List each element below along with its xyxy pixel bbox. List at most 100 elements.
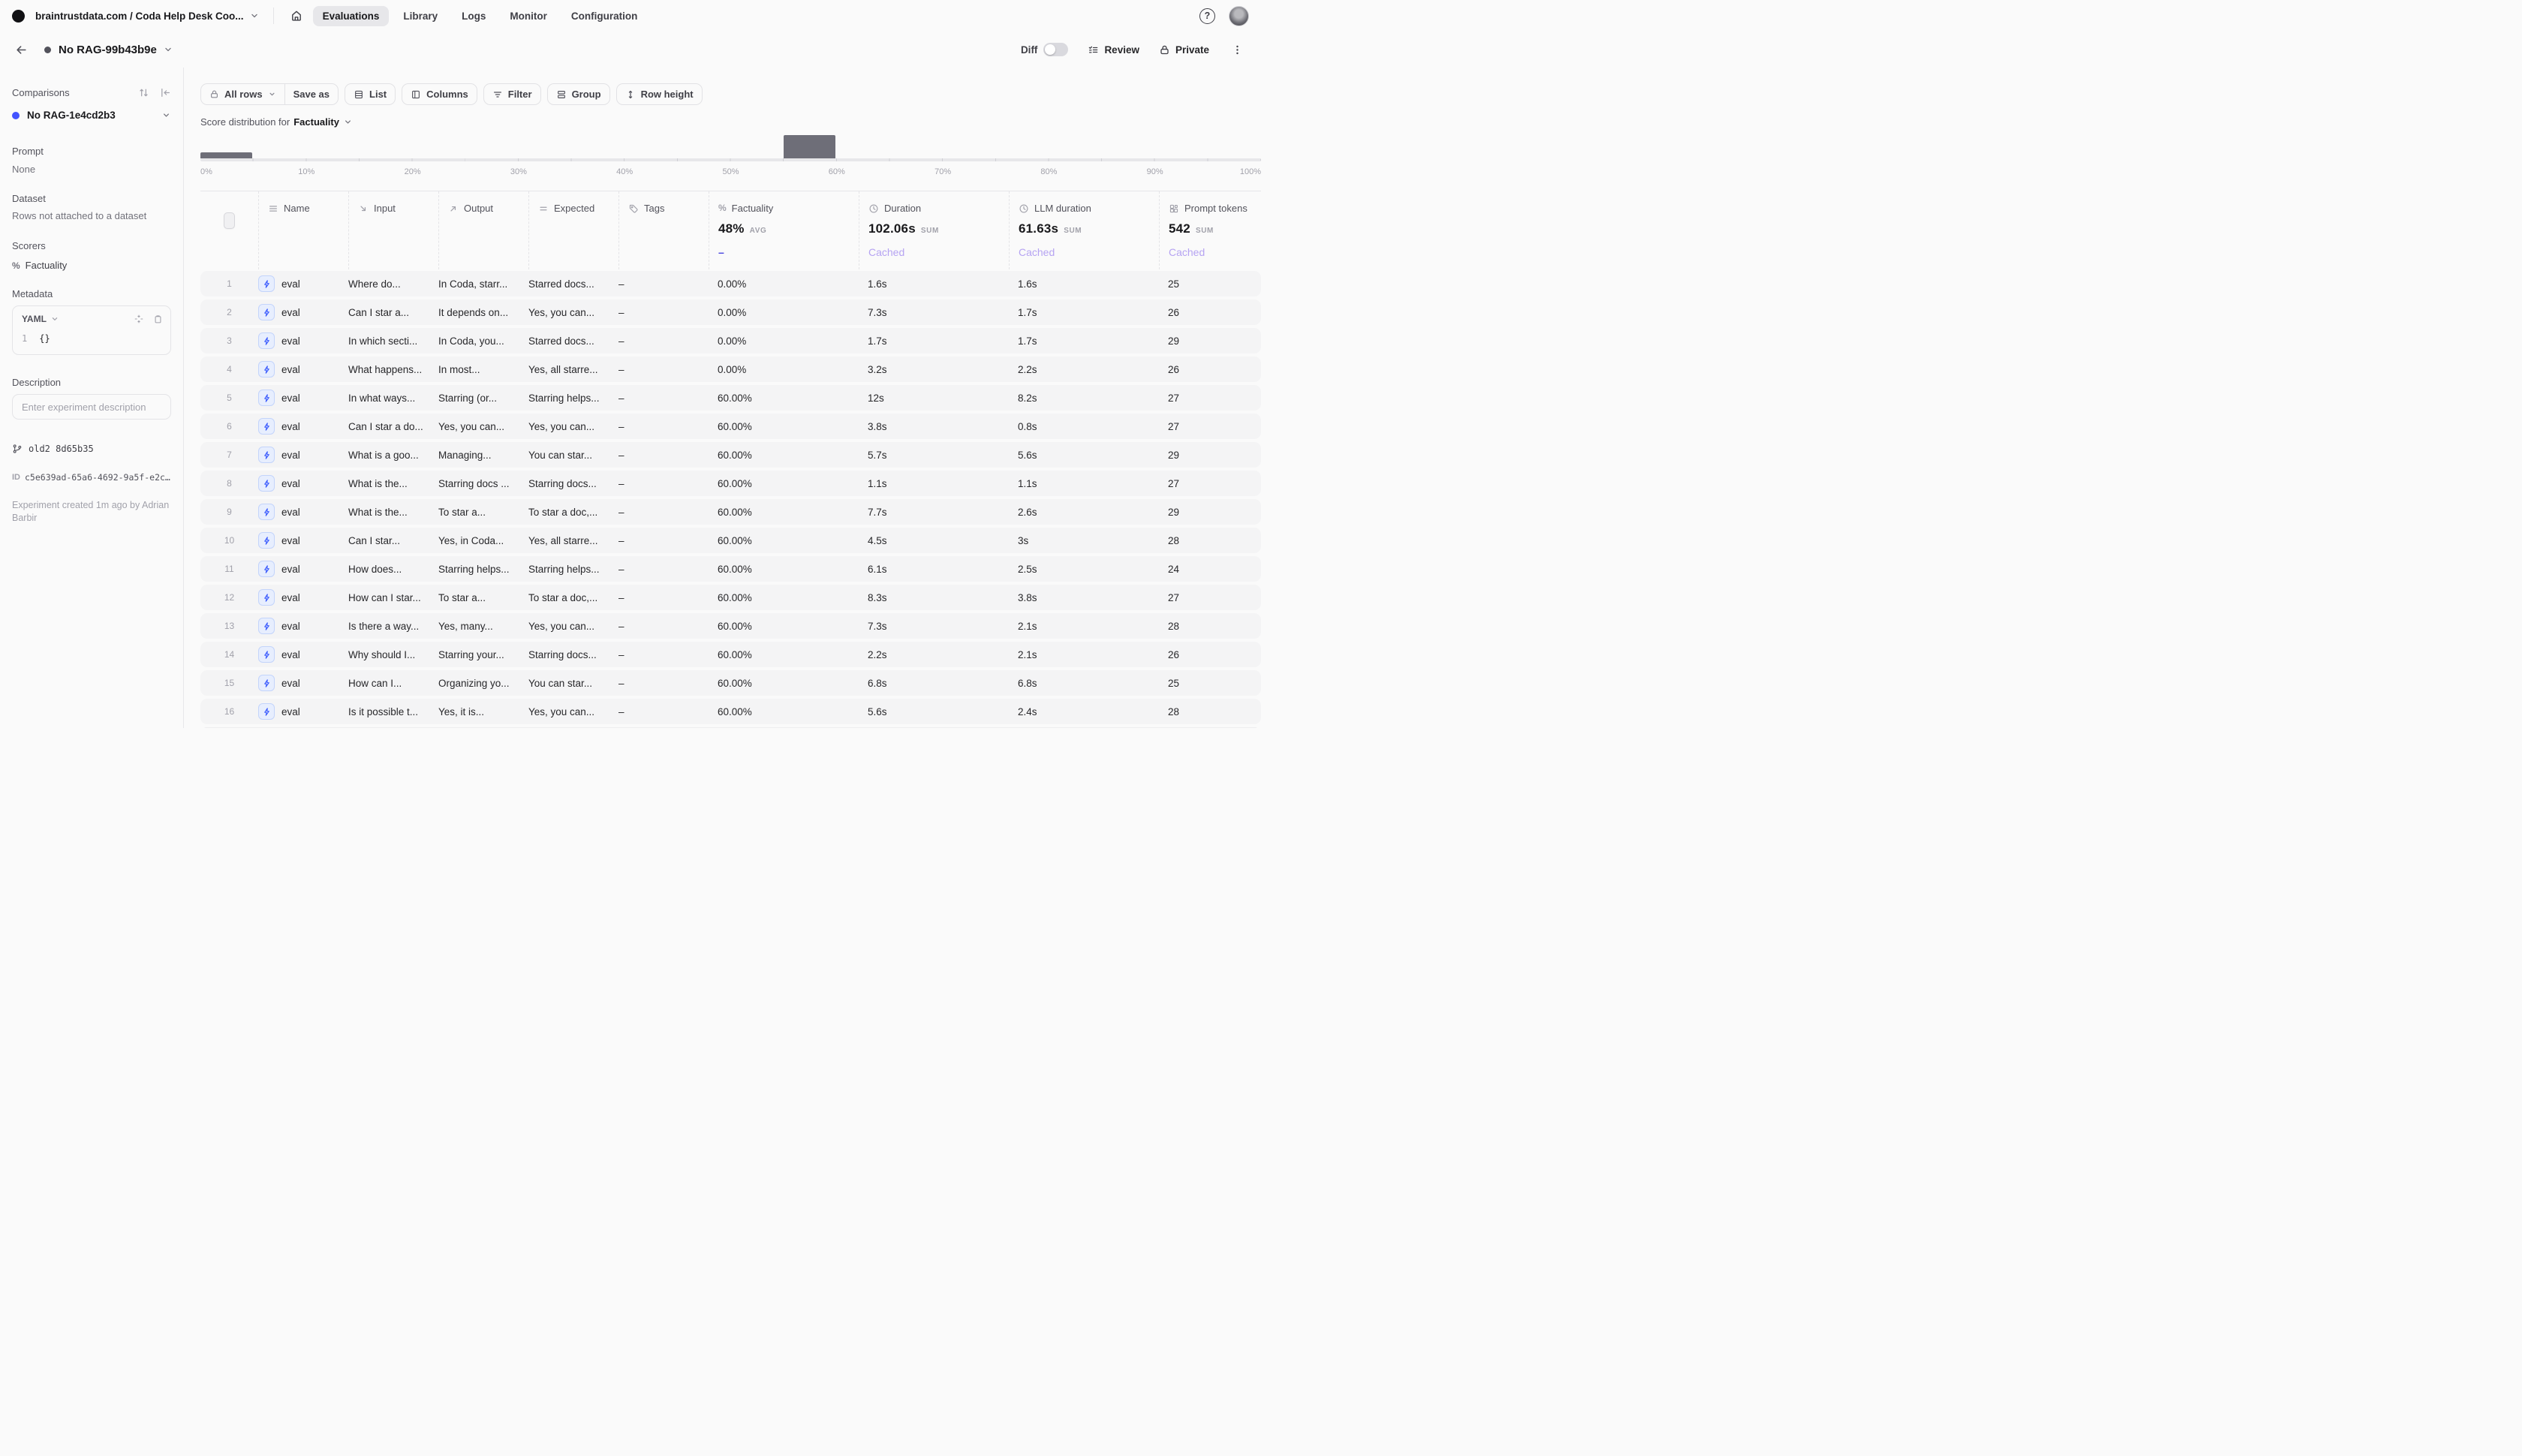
- table-row[interactable]: 10evalCan I star...Yes, in Coda...Yes, a…: [200, 528, 1261, 553]
- table-row[interactable]: 14evalWhy should I...Starring your...Sta…: [200, 642, 1261, 667]
- comparison-item[interactable]: No RAG-1e4cd2b3: [12, 110, 171, 121]
- clipboard-icon[interactable]: [153, 314, 163, 324]
- chevron-down-icon[interactable]: [50, 314, 59, 323]
- column-header-duration[interactable]: Duration 102.06s SUM Cached: [859, 191, 1009, 269]
- histogram-bar[interactable]: [784, 135, 835, 158]
- table-row[interactable]: 12evalHow can I star...To star a...To st…: [200, 585, 1261, 610]
- table-row[interactable]: 6evalCan I star a do...Yes, you can...Ye…: [200, 414, 1261, 439]
- scorer-item[interactable]: % Factuality: [12, 260, 171, 271]
- back-arrow-icon[interactable]: [11, 39, 32, 61]
- column-header-llm-duration[interactable]: LLM duration 61.63s SUM Cached: [1009, 191, 1159, 269]
- table-row[interactable]: 11evalHow does...Starring helps...Starri…: [200, 556, 1261, 582]
- table-row[interactable]: 1evalWhere do...In Coda, starr...Starred…: [200, 271, 1261, 296]
- table-row[interactable]: 5evalIn what ways...Starring (or...Starr…: [200, 385, 1261, 411]
- cell-prompt-tokens: 28: [1159, 621, 1261, 632]
- cell-prompt-tokens: 25: [1159, 278, 1261, 290]
- experiment-header: No RAG-99b43b9e Diff Review Private: [0, 32, 1261, 68]
- cell-llm-duration: 0.8s: [1009, 421, 1159, 432]
- span-name: eval: [281, 450, 300, 461]
- cell-llm-duration: 1.7s: [1009, 335, 1159, 347]
- columns-button[interactable]: Columns: [402, 83, 477, 105]
- project-breadcrumb[interactable]: braintrustdata.com / Coda Help Desk Coo.…: [35, 11, 244, 22]
- table-row[interactable]: 15evalHow can I...Organizing yo...You ca…: [200, 670, 1261, 696]
- span-name: eval: [281, 621, 300, 632]
- column-header-expected[interactable]: Expected: [528, 191, 618, 269]
- diff-toggle[interactable]: [1043, 43, 1068, 56]
- score-distribution-select[interactable]: Score distribution for Factuality: [200, 116, 1261, 128]
- table-row[interactable]: 9evalWhat is the...To star a...To star a…: [200, 499, 1261, 525]
- histogram-tick-labels: 0%10%20%30%40%50%60%70%80%90%100%: [200, 167, 1261, 179]
- row-height-icon: [625, 89, 636, 100]
- table-row[interactable]: 16evalIs it possible t...Yes, it is...Ye…: [200, 699, 1261, 724]
- tab-evaluations[interactable]: Evaluations: [313, 6, 390, 26]
- home-icon[interactable]: [286, 5, 307, 26]
- comparison-name: No RAG-1e4cd2b3: [27, 110, 116, 121]
- table-row[interactable]: 7evalWhat is a goo...Managing...You can …: [200, 442, 1261, 468]
- tab-configuration[interactable]: Configuration: [561, 6, 647, 26]
- score-histogram[interactable]: [200, 135, 1261, 158]
- bolt-icon: [258, 361, 275, 378]
- factuality-agg: AVG: [750, 227, 767, 235]
- experiment-name[interactable]: No RAG-99b43b9e: [59, 44, 157, 56]
- table-row[interactable]: 13evalIs there a way...Yes, many...Yes, …: [200, 613, 1261, 639]
- cell-tags: –: [618, 478, 709, 489]
- git-branch-icon: [12, 444, 23, 454]
- experiment-id-row[interactable]: ID c5e639ad-65a6-4692-9a5f-e2c…: [12, 472, 171, 483]
- description-input[interactable]: [12, 394, 171, 420]
- table-row[interactable]: 2evalCan I star a...It depends on...Yes,…: [200, 299, 1261, 325]
- chevron-down-icon[interactable]: [163, 44, 173, 55]
- sort-icon[interactable]: [138, 87, 149, 98]
- cell-output: Starring docs ...: [438, 478, 528, 489]
- cell-duration: 1.1s: [859, 478, 1009, 489]
- cell-expected: Yes, you can...: [528, 706, 618, 717]
- cell-output: Yes, it is...: [438, 706, 528, 717]
- privacy-button[interactable]: Private: [1159, 44, 1209, 56]
- bolt-icon: [258, 304, 275, 320]
- git-ref[interactable]: old2 8d65b35: [12, 444, 171, 454]
- collapse-panel-icon[interactable]: [160, 87, 171, 98]
- table-row[interactable]: 3evalIn which secti...In Coda, you...Sta…: [200, 328, 1261, 353]
- row-height-button[interactable]: Row height: [616, 83, 703, 105]
- column-header-factuality[interactable]: % Factuality 48% AVG –: [709, 191, 859, 269]
- column-header-name[interactable]: Name: [258, 191, 348, 269]
- review-checklist-icon: [1088, 44, 1099, 56]
- kebab-icon[interactable]: [1229, 41, 1246, 59]
- fold-icon[interactable]: [134, 314, 144, 324]
- column-header-prompt-tokens[interactable]: Prompt tokens 542 SUM Cached: [1159, 191, 1261, 269]
- description-title: Description: [12, 377, 171, 388]
- metadata-code[interactable]: {}: [39, 333, 50, 344]
- factuality-diff: –: [718, 246, 859, 269]
- table-toolbar: All rows Save as List Colu: [200, 83, 1261, 105]
- chevron-down-icon[interactable]: [161, 110, 171, 120]
- histogram-bar[interactable]: [200, 152, 252, 158]
- cell-input: What happens...: [348, 364, 438, 375]
- column-header-input[interactable]: Input: [348, 191, 438, 269]
- column-header-output[interactable]: Output: [438, 191, 528, 269]
- all-rows-button[interactable]: All rows: [201, 84, 284, 104]
- cell-tags: –: [618, 335, 709, 347]
- cell-tags: –: [618, 278, 709, 290]
- metadata-language-select[interactable]: YAML: [22, 314, 47, 324]
- tab-logs[interactable]: Logs: [452, 6, 495, 26]
- table-row[interactable]: 4evalWhat happens...In most...Yes, all s…: [200, 356, 1261, 382]
- column-header-tags[interactable]: Tags: [618, 191, 709, 269]
- group-button[interactable]: Group: [547, 83, 610, 105]
- cell-factuality: 0.00%: [709, 335, 859, 347]
- partial-next-row: [200, 727, 1261, 728]
- table-row[interactable]: 8evalWhat is the...Starring docs ...Star…: [200, 471, 1261, 496]
- axis-tick-label: 100%: [1240, 167, 1261, 176]
- select-all-checkbox[interactable]: [224, 212, 235, 229]
- help-icon[interactable]: ?: [1199, 8, 1215, 24]
- cell-name: eval: [258, 275, 348, 292]
- review-button[interactable]: Review: [1088, 44, 1139, 56]
- filter-button[interactable]: Filter: [483, 83, 541, 105]
- save-as-button[interactable]: Save as: [284, 84, 338, 104]
- tab-library[interactable]: Library: [393, 6, 447, 26]
- avatar[interactable]: [1229, 6, 1249, 26]
- cell-input: Is there a way...: [348, 621, 438, 632]
- tab-monitor[interactable]: Monitor: [500, 6, 557, 26]
- list-button[interactable]: List: [345, 83, 396, 105]
- cell-llm-duration: 3s: [1009, 535, 1159, 546]
- chevron-down-icon[interactable]: [249, 11, 260, 21]
- axis-tick-label: 10%: [298, 167, 314, 176]
